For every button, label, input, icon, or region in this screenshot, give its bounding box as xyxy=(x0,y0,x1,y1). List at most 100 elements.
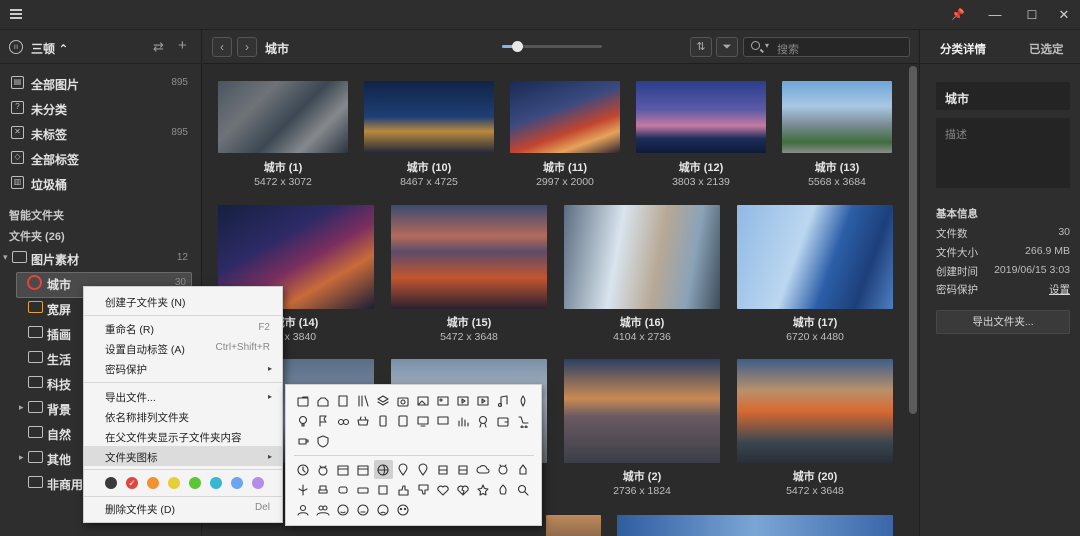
smart-folders-heading[interactable]: 智能文件夹 xyxy=(9,207,64,223)
palette-icon-option[interactable] xyxy=(376,394,390,408)
minimize-button[interactable]: — xyxy=(985,6,1005,24)
palette-icon-option[interactable] xyxy=(376,414,390,428)
grid-item[interactable]: 城市 (13) 5568 x 3684 xyxy=(782,81,892,191)
color-swatch[interactable] xyxy=(252,477,264,489)
add-icon[interactable]: + xyxy=(178,37,187,54)
nav-all-tags[interactable]: ◇ 全部标签 xyxy=(0,146,202,170)
grid-item[interactable]: 城市 (16) 4104 x 2736 xyxy=(564,205,720,345)
palette-icon-option[interactable] xyxy=(356,463,370,477)
palette-icon-option[interactable] xyxy=(416,463,430,477)
thumbnail-image[interactable] xyxy=(218,81,348,153)
color-swatch[interactable]: ✓ xyxy=(126,477,138,489)
palette-icon-option[interactable] xyxy=(316,434,330,448)
nav-all-images[interactable]: ▤ 全部图片 895 xyxy=(0,71,202,95)
palette-icon-option[interactable] xyxy=(436,394,450,408)
palette-icon-option[interactable] xyxy=(496,463,510,477)
palette-icon-option[interactable] xyxy=(356,414,370,428)
grid-item[interactable]: 城市 (1) 5472 x 3072 xyxy=(218,81,348,191)
menu-item-export[interactable]: 导出文件... xyxy=(105,390,156,405)
folder-item[interactable]: ▾ 图片素材 12 xyxy=(0,246,202,270)
color-swatch[interactable] xyxy=(189,477,201,489)
maximize-button[interactable]: ☐ xyxy=(1022,6,1042,24)
nav-untagged[interactable]: ✕ 未标签 895 xyxy=(0,121,202,145)
palette-icon-option[interactable] xyxy=(416,394,430,408)
menu-item-sort-by-name[interactable]: 依名称排列文件夹 xyxy=(105,410,189,425)
expand-arrow-icon[interactable]: ▸ xyxy=(19,402,24,413)
palette-icon-option[interactable] xyxy=(376,463,390,477)
menu-item-folder-icon[interactable]: 文件夹图标 xyxy=(105,450,158,465)
palette-icon-option[interactable] xyxy=(476,394,490,408)
palette-icon-option[interactable] xyxy=(516,483,530,497)
palette-icon-option[interactable] xyxy=(456,463,470,477)
grid-item[interactable] xyxy=(617,515,893,536)
forward-button[interactable]: › xyxy=(237,37,257,57)
menu-item-password[interactable]: 密码保护 xyxy=(105,362,147,377)
expand-arrow-icon[interactable]: ▸ xyxy=(19,452,24,463)
palette-icon-option[interactable] xyxy=(496,483,510,497)
grid-item[interactable]: 城市 (11) 2997 x 2000 xyxy=(510,81,620,191)
palette-icon-option[interactable] xyxy=(336,394,350,408)
palette-icon-option[interactable] xyxy=(456,414,470,428)
nav-uncategorized[interactable]: ? 未分类 xyxy=(0,96,202,120)
tab-selected[interactable]: 已选定 xyxy=(1029,41,1064,57)
menu-item-show-subfolder-contents[interactable]: 在父文件夹显示子文件夹内容 xyxy=(105,430,242,445)
library-switcher[interactable]: 三顿 ⌃ xyxy=(31,40,68,57)
grid-item[interactable]: 城市 (2) 2736 x 1824 xyxy=(564,359,720,499)
color-swatch[interactable] xyxy=(231,477,243,489)
search-box[interactable]: ▾ 搜索 xyxy=(743,37,910,57)
palette-icon-option[interactable] xyxy=(516,463,530,477)
palette-icon-option[interactable] xyxy=(396,503,410,517)
zoom-slider[interactable] xyxy=(502,41,602,52)
palette-icon-option[interactable] xyxy=(396,394,410,408)
palette-icon-option[interactable] xyxy=(436,463,450,477)
palette-icon-option[interactable] xyxy=(296,463,310,477)
palette-icon-option[interactable] xyxy=(416,483,430,497)
palette-icon-option[interactable] xyxy=(496,394,510,408)
swap-icon[interactable]: ⇄ xyxy=(153,39,164,55)
color-swatch[interactable] xyxy=(147,477,159,489)
palette-icon-option[interactable] xyxy=(476,463,490,477)
thumbnail-image[interactable] xyxy=(636,81,766,153)
palette-icon-option[interactable] xyxy=(396,463,410,477)
palette-icon-option[interactable] xyxy=(336,503,350,517)
palette-icon-option[interactable] xyxy=(316,483,330,497)
thumbnail-image[interactable] xyxy=(546,515,601,536)
palette-icon-option[interactable] xyxy=(296,394,310,408)
palette-icon-option[interactable] xyxy=(416,414,430,428)
zoom-slider-thumb[interactable] xyxy=(512,41,523,52)
menu-item-auto-tag[interactable]: 设置自动标签 (A) xyxy=(105,342,185,357)
filter-button[interactable]: ⏷ xyxy=(716,37,738,57)
palette-icon-option[interactable] xyxy=(356,503,370,517)
thumbnail-image[interactable] xyxy=(737,359,893,463)
thumbnail-image[interactable] xyxy=(782,81,892,153)
thumbnail-image[interactable] xyxy=(564,359,720,463)
palette-icon-option[interactable] xyxy=(376,483,390,497)
palette-icon-option[interactable] xyxy=(516,414,530,429)
color-swatch[interactable] xyxy=(168,477,180,489)
thumbnail-image[interactable] xyxy=(510,81,620,153)
palette-icon-option[interactable] xyxy=(396,414,410,428)
palette-icon-option[interactable] xyxy=(336,414,350,428)
palette-icon-option[interactable] xyxy=(436,483,450,497)
palette-icon-option[interactable] xyxy=(456,394,470,408)
library-icon[interactable]: ıı xyxy=(9,40,23,54)
palette-icon-option[interactable] xyxy=(296,434,310,448)
chevron-down-icon[interactable]: ▾ xyxy=(765,41,769,50)
palette-icon-option[interactable] xyxy=(336,483,350,497)
hamburger-icon[interactable] xyxy=(10,9,22,19)
palette-icon-option[interactable] xyxy=(316,463,330,477)
menu-item-rename[interactable]: 重命名 (R) xyxy=(105,322,154,337)
palette-icon-option[interactable] xyxy=(356,394,370,408)
close-button[interactable]: ✕ xyxy=(1054,6,1074,24)
nav-trash[interactable]: ▥ 垃圾桶 xyxy=(0,171,202,195)
grid-item[interactable]: 城市 (12) 3803 x 2139 xyxy=(636,81,766,191)
menu-item-delete-folder[interactable]: 删除文件夹 (D) xyxy=(105,502,175,517)
expand-arrow-icon[interactable]: ▾ xyxy=(3,252,8,263)
palette-icon-option[interactable] xyxy=(316,414,330,428)
menu-item-create-subfolder[interactable]: 创建子文件夹 (N) xyxy=(105,295,186,310)
palette-icon-option[interactable] xyxy=(296,503,310,517)
description-field[interactable]: 描述 xyxy=(936,118,1070,188)
thumbnail-image[interactable] xyxy=(364,81,494,153)
palette-icon-option[interactable] xyxy=(516,394,530,408)
set-password-link[interactable]: 设置 xyxy=(1049,282,1070,297)
